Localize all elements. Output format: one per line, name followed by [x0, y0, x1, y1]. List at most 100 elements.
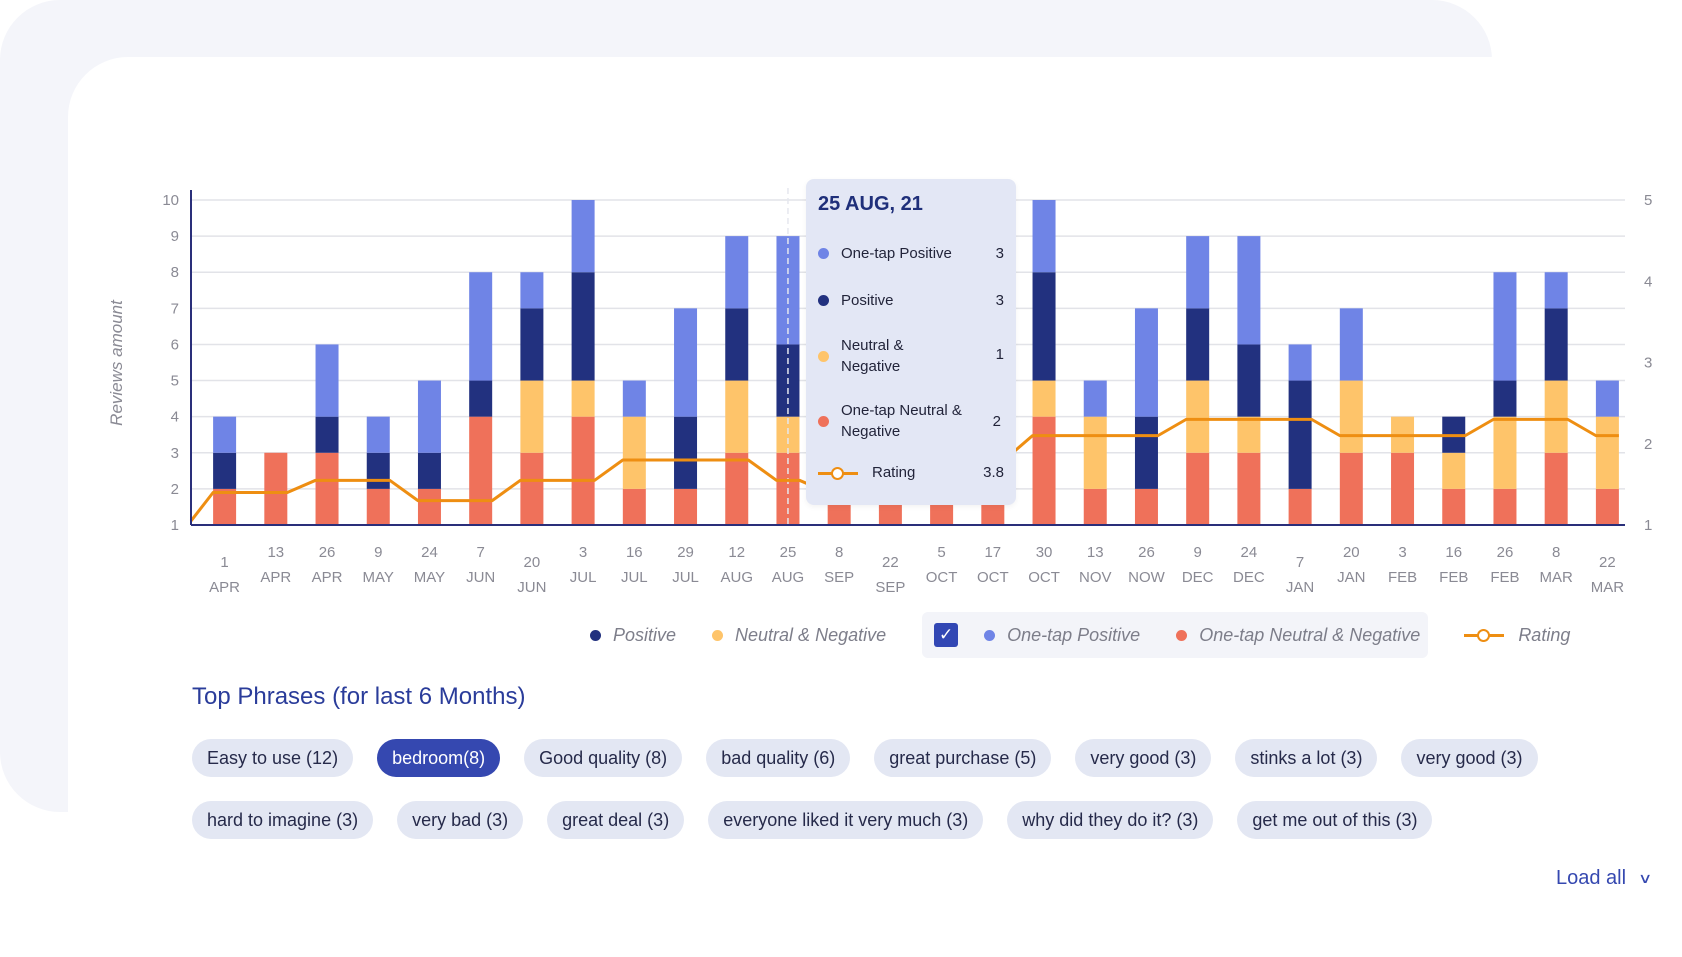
bar-stack[interactable]: [725, 236, 749, 525]
bar-segment[interactable]: [1595, 488, 1619, 525]
bar-segment[interactable]: [725, 380, 749, 453]
bar-segment[interactable]: [520, 308, 544, 381]
bar-stack[interactable]: [520, 272, 544, 525]
bar-segment[interactable]: [469, 416, 493, 525]
bar-segment[interactable]: [417, 380, 441, 453]
bar-stack[interactable]: [1442, 416, 1466, 525]
bar-stack[interactable]: [417, 380, 441, 525]
bar-segment[interactable]: [1083, 488, 1107, 525]
bar-segment[interactable]: [1339, 380, 1363, 453]
bar-segment[interactable]: [571, 200, 595, 273]
bar-segment[interactable]: [622, 488, 646, 525]
bar-segment[interactable]: [1339, 308, 1363, 381]
bar-segment[interactable]: [1442, 488, 1466, 525]
bar-segment[interactable]: [417, 488, 441, 525]
bar-segment[interactable]: [520, 452, 544, 525]
bar-segment[interactable]: [1186, 236, 1210, 309]
bar-segment[interactable]: [366, 488, 390, 525]
phrase-chip[interactable]: Easy to use (12): [192, 739, 354, 777]
bar-stack[interactable]: [1544, 272, 1568, 525]
bar-segment[interactable]: [674, 308, 698, 417]
phrase-chip[interactable]: bad quality (6): [706, 739, 851, 777]
phrase-chip[interactable]: great deal (3): [547, 801, 685, 839]
bar-stack[interactable]: [469, 272, 493, 525]
bar-stack[interactable]: [315, 344, 339, 525]
phrase-chip[interactable]: Good quality (8): [524, 739, 683, 777]
bar-segment[interactable]: [1493, 416, 1517, 489]
bar-segment[interactable]: [315, 452, 339, 525]
bar-segment[interactable]: [213, 416, 237, 453]
bar-segment[interactable]: [315, 416, 339, 453]
bar-stack[interactable]: [1339, 308, 1363, 525]
bar-segment[interactable]: [1544, 452, 1568, 525]
bar-segment[interactable]: [622, 416, 646, 489]
bar-stack[interactable]: [1493, 272, 1517, 525]
bar-segment[interactable]: [1032, 272, 1056, 381]
bar-segment[interactable]: [366, 452, 390, 489]
bar-stack[interactable]: [1391, 416, 1415, 525]
legend-item-one-tap-neutral-negative[interactable]: One-tap Neutral & Negative: [1176, 625, 1420, 646]
bar-segment[interactable]: [571, 380, 595, 417]
bar-segment[interactable]: [725, 452, 749, 525]
phrase-chip[interactable]: great purchase (5): [874, 739, 1052, 777]
bar-segment[interactable]: [213, 488, 237, 525]
bar-segment[interactable]: [571, 272, 595, 381]
bar-segment[interactable]: [264, 452, 288, 525]
bar-stack[interactable]: [1288, 344, 1312, 525]
bar-segment[interactable]: [366, 416, 390, 453]
bar-stack[interactable]: [571, 200, 595, 525]
bar-segment[interactable]: [725, 308, 749, 381]
bar-stack[interactable]: [1186, 236, 1210, 525]
bar-segment[interactable]: [1032, 416, 1056, 525]
phrase-chip[interactable]: get me out of this (3): [1237, 801, 1433, 839]
phrase-chip[interactable]: hard to imagine (3): [192, 801, 374, 839]
bar-segment[interactable]: [1134, 416, 1158, 489]
bar-segment[interactable]: [725, 236, 749, 309]
bar-stack[interactable]: [366, 416, 390, 525]
bar-stack[interactable]: [213, 416, 237, 525]
bar-stack[interactable]: [1032, 200, 1056, 525]
bar-segment[interactable]: [1339, 452, 1363, 525]
bar-stack[interactable]: [1595, 380, 1619, 525]
bar-stack[interactable]: [1083, 380, 1107, 525]
bar-segment[interactable]: [1493, 272, 1517, 381]
bar-stack[interactable]: [674, 308, 698, 525]
bar-stack[interactable]: [264, 452, 288, 525]
bar-segment[interactable]: [1083, 380, 1107, 417]
bar-segment[interactable]: [1134, 308, 1158, 417]
bar-segment[interactable]: [1186, 380, 1210, 453]
phrase-chip[interactable]: very bad (3): [397, 801, 524, 839]
phrase-chip[interactable]: why did they do it? (3): [1007, 801, 1214, 839]
load-all-button[interactable]: Load all ∨: [1556, 867, 1652, 890]
bar-segment[interactable]: [469, 380, 493, 417]
legend-item-rating[interactable]: Rating: [1464, 625, 1570, 646]
bar-stack[interactable]: [1134, 308, 1158, 525]
bar-segment[interactable]: [1391, 452, 1415, 525]
phrase-chip[interactable]: bedroom(8): [377, 739, 501, 777]
phrase-chip[interactable]: very good (3): [1075, 739, 1212, 777]
bar-segment[interactable]: [469, 272, 493, 381]
bar-segment[interactable]: [417, 452, 441, 489]
bar-segment[interactable]: [1544, 308, 1568, 381]
phrase-chip[interactable]: stinks a lot (3): [1235, 739, 1378, 777]
bar-stack[interactable]: [622, 380, 646, 525]
legend-item-one-tap-positive[interactable]: One-tap Positive: [984, 625, 1140, 646]
bar-segment[interactable]: [1237, 344, 1261, 417]
bar-segment[interactable]: [1032, 380, 1056, 417]
bar-segment[interactable]: [1032, 200, 1056, 273]
bar-segment[interactable]: [1134, 488, 1158, 525]
bar-segment[interactable]: [1237, 236, 1261, 345]
bar-segment[interactable]: [1186, 308, 1210, 381]
bar-segment[interactable]: [520, 272, 544, 309]
bar-segment[interactable]: [1237, 452, 1261, 525]
bar-stack[interactable]: [1237, 236, 1261, 525]
phrase-chip[interactable]: very good (3): [1401, 739, 1538, 777]
bar-segment[interactable]: [1544, 380, 1568, 453]
one-tap-checkbox[interactable]: ✓: [934, 623, 959, 647]
bar-segment[interactable]: [571, 416, 595, 525]
legend-item-positive[interactable]: Positive: [590, 625, 676, 646]
bar-segment[interactable]: [622, 380, 646, 417]
bar-segment[interactable]: [1544, 272, 1568, 309]
legend-item-neutral-negative[interactable]: Neutral & Negative: [712, 625, 886, 646]
bar-segment[interactable]: [1595, 416, 1619, 489]
